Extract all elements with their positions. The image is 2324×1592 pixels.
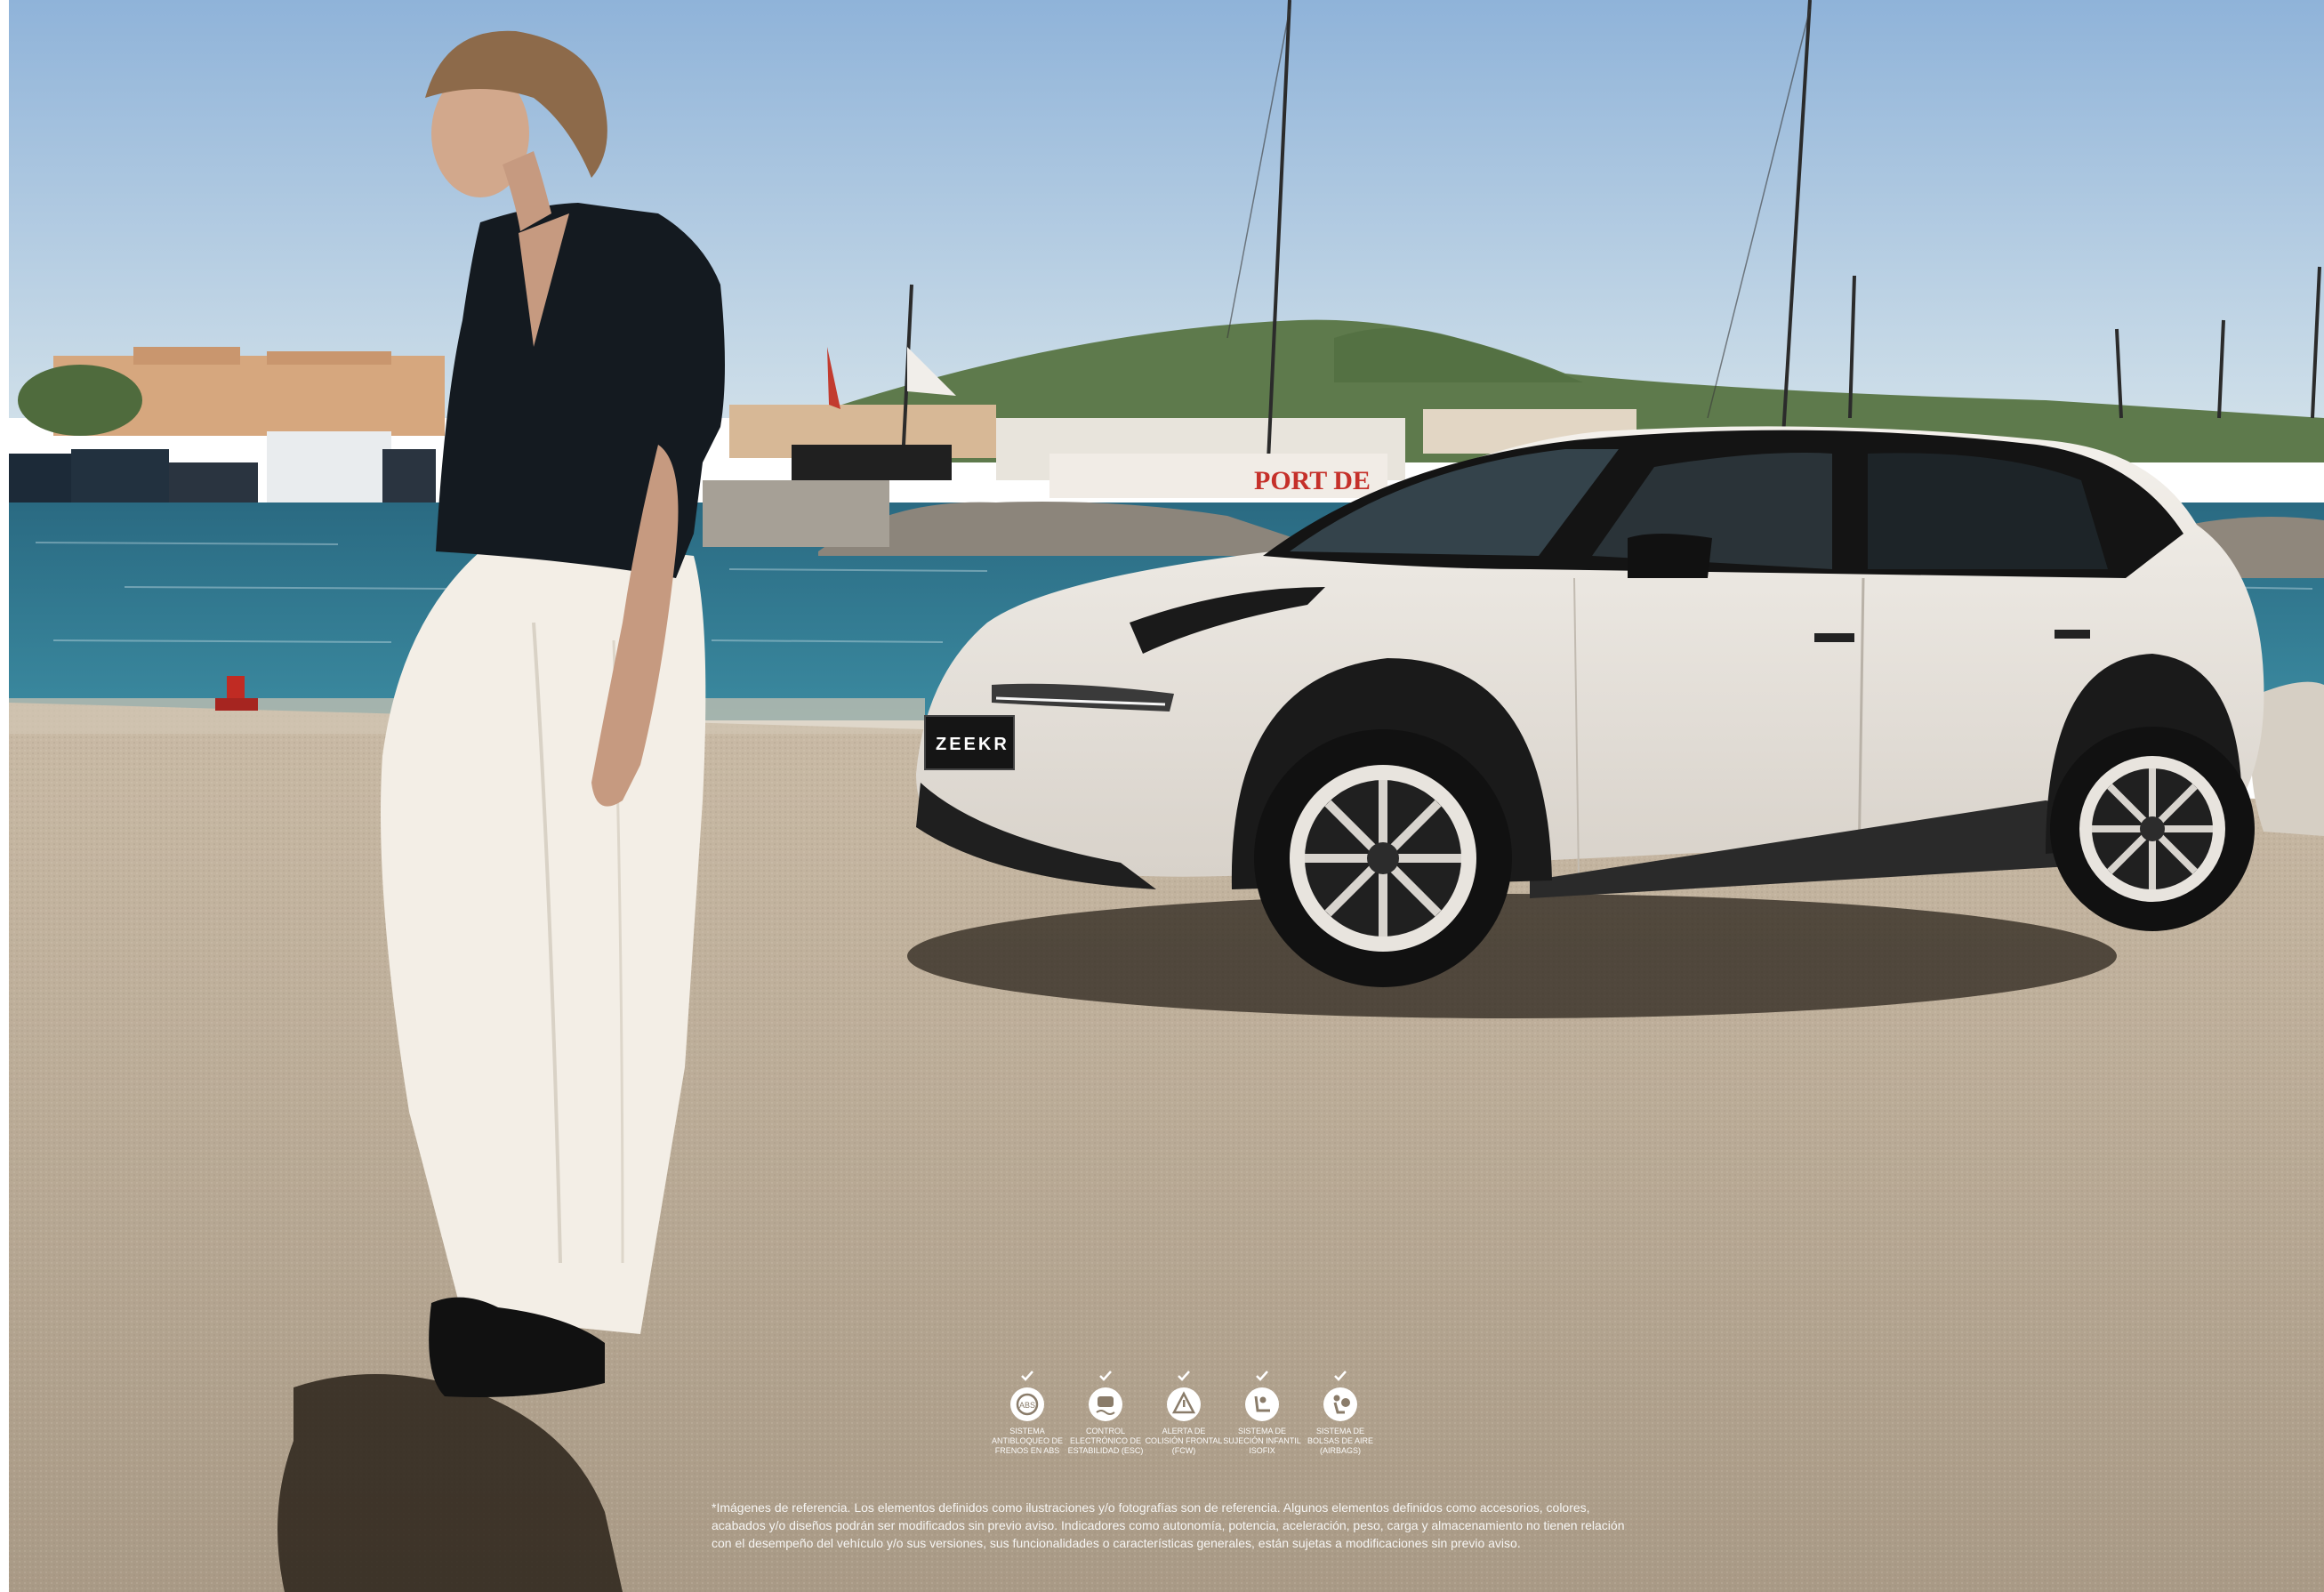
stability-control-icon [1089,1387,1122,1421]
abs-brake-icon: ABS [1010,1387,1044,1421]
feature-esc: CONTROL ELECTRÓNICO DE ESTABILIDAD (ESC) [1066,1370,1146,1456]
check-icon [1066,1370,1146,1386]
feature-abs: ABS SISTEMA ANTIBLOQUEO DE FRENOS EN ABS [987,1370,1067,1456]
svg-text:ABS: ABS [1019,1401,1035,1410]
safety-features: ABS SISTEMA ANTIBLOQUEO DE FRENOS EN ABS… [987,1370,1373,1485]
rear-wheel [2050,727,2255,931]
feature-isofix: SISTEMA DE SUJECIÓN INFANTIL ISOFIX [1222,1370,1302,1456]
check-icon [1222,1370,1302,1386]
airbag-icon [1323,1387,1357,1421]
check-icon [1144,1370,1224,1386]
photo-scene: PORT DE ZEEKR [0,0,2324,1592]
feature-label: CONTROL ELECTRÓNICO DE ESTABILIDAD (ESC) [1067,1427,1144,1455]
feature-label: SISTEMA DE BOLSAS DE AIRE (AIRBAGS) [1307,1427,1374,1455]
collision-alert-icon [1167,1387,1201,1421]
feature-label: SISTEMA DE SUJECIÓN INFANTIL ISOFIX [1223,1427,1301,1455]
child-seat-icon [1245,1387,1279,1421]
legal-disclaimer: *Imágenes de referencia. Los elementos d… [712,1500,1625,1550]
port-banner-text: PORT DE [1254,466,1371,495]
feature-label: ALERTA DE COLISIÓN FRONTAL (FCW) [1145,1427,1223,1455]
car-shadow [907,894,2117,1018]
check-icon [1300,1370,1380,1386]
feature-fcw: ALERTA DE COLISIÓN FRONTAL (FCW) [1144,1370,1224,1456]
car-badge-text: ZEEKR [936,735,1009,754]
feature-airbags: SISTEMA DE BOLSAS DE AIRE (AIRBAGS) [1300,1370,1380,1456]
feature-label: SISTEMA ANTIBLOQUEO DE FRENOS EN ABS [991,1427,1063,1455]
front-wheel [1254,729,1512,987]
check-icon [987,1370,1067,1386]
